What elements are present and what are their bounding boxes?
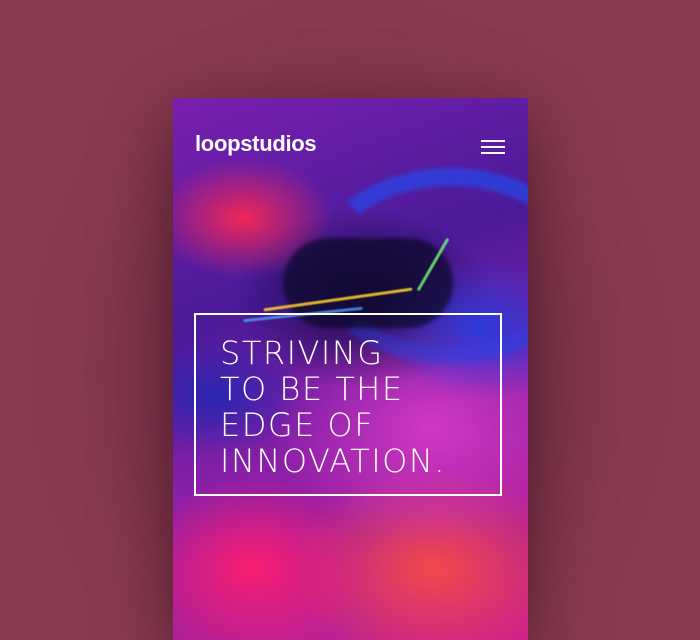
site-header: loopstudios bbox=[173, 98, 528, 198]
hamburger-menu-icon[interactable] bbox=[481, 139, 507, 155]
menu-bar bbox=[481, 152, 505, 154]
headline-line: STRIVING bbox=[220, 334, 384, 372]
menu-bar bbox=[481, 146, 505, 148]
mobile-screen: loopstudios STRIVING TO BE THE EDGE OF I… bbox=[173, 98, 528, 640]
headline-line: INNOVATION. bbox=[220, 442, 446, 480]
hero-headline-box: STRIVING TO BE THE EDGE OF INNOVATION. bbox=[194, 313, 502, 496]
brand-logo[interactable]: loopstudios bbox=[195, 131, 317, 157]
headline-line: EDGE OF bbox=[220, 406, 375, 444]
hero-headline: STRIVING TO BE THE EDGE OF INNOVATION. bbox=[220, 335, 446, 479]
menu-bar bbox=[481, 140, 505, 142]
headline-line: TO BE THE bbox=[220, 370, 404, 408]
